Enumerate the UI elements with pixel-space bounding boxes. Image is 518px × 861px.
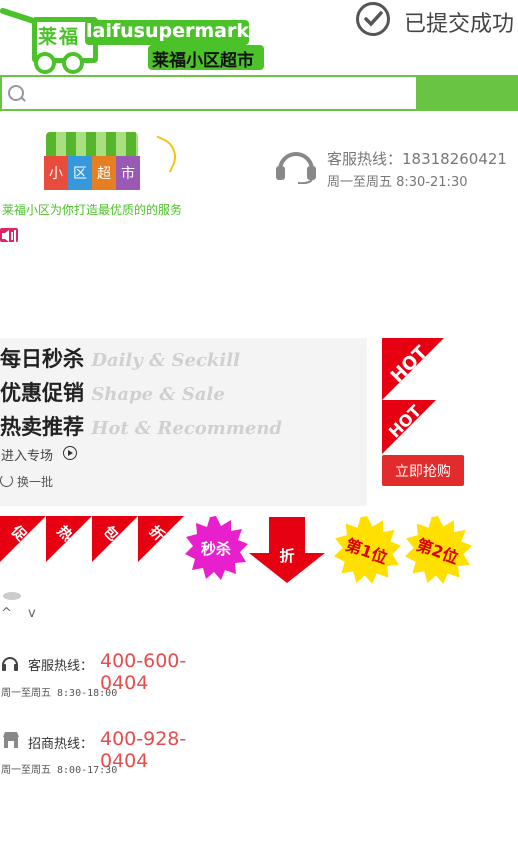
cart-wheel-icon xyxy=(34,52,56,74)
shop-sign-image: 小 区 超 市 xyxy=(42,132,142,192)
search-input[interactable] xyxy=(0,75,418,111)
audio-icon[interactable] xyxy=(0,228,18,242)
play-circle-icon[interactable] xyxy=(63,446,77,460)
seckill-label: 秒杀 xyxy=(200,539,231,558)
contact-number[interactable]: 400-928-0404 xyxy=(100,728,232,772)
discount-arrow-label: 折 xyxy=(279,547,295,565)
shop-sign-char: 小 xyxy=(44,156,68,190)
shop-awning xyxy=(46,132,138,156)
contact-hours: 周一至周五 8:30-18:00 xyxy=(1,688,118,699)
tag-hot[interactable]: 热卖 xyxy=(46,516,92,562)
shop-sign-char: 区 xyxy=(68,156,92,190)
seckill-badge[interactable]: 秒杀 xyxy=(184,516,248,580)
tag-promo[interactable]: 促销 xyxy=(0,516,46,562)
enter-special-link[interactable]: 进入专场 xyxy=(1,445,53,464)
submit-success-text: 已提交成功 xyxy=(404,12,515,37)
contact-business: 招商热线： 400-928-0404 周一至周五 8:00-17:30 xyxy=(0,726,232,786)
brand-en: laifusupermarket xyxy=(86,20,271,42)
contact-service: 客服热线： 400-600-0404 周一至周五 8:30-18:00 xyxy=(0,648,232,708)
hotline-hours: 周一至周五 8:30-21:30 xyxy=(327,175,468,190)
promo-row-en: Shape & Sale xyxy=(91,384,225,405)
promo-row-en: Daily & Seckill xyxy=(91,350,240,371)
logo-cn-text: 莱福 xyxy=(38,26,81,48)
slogan-text: 莱福小区为你打造最优质的的服务 xyxy=(2,203,183,217)
hot-ribbon: HOT xyxy=(382,338,444,400)
contact-number[interactable]: 400-600-0404 xyxy=(100,650,232,694)
discount-arrow-badge[interactable]: 折 xyxy=(249,517,325,583)
hotline-number: 客服热线：18318260421 xyxy=(327,150,507,168)
check-circle-icon xyxy=(356,2,390,36)
tag-free-shipping[interactable]: 包邮 xyxy=(92,516,138,562)
cloud-icon xyxy=(3,592,21,600)
buy-now-button[interactable]: 立即抢购 xyxy=(382,455,464,486)
rank-first-badge: 第1位 xyxy=(333,516,401,584)
promo-row-en: Hot & Recommend xyxy=(91,418,283,439)
headset-icon xyxy=(2,657,18,671)
refresh-link[interactable]: 换一批 xyxy=(17,473,53,490)
headset-icon xyxy=(274,150,318,185)
promo-row-cn: 优惠促销 xyxy=(0,381,84,405)
promo-row-cn: 热卖推荐 xyxy=(0,415,84,439)
shop-sign-char: 超 xyxy=(92,156,116,190)
contact-label: 招商热线： xyxy=(28,737,94,752)
promo-row-sale[interactable]: 优惠促销 Shape & Sale xyxy=(0,377,225,407)
chevron-updown-icon[interactable]: ^ v xyxy=(1,606,42,621)
refresh-icon[interactable] xyxy=(0,474,13,487)
shop-sign-char: 市 xyxy=(116,156,140,190)
store-icon xyxy=(3,732,19,748)
search-icon xyxy=(8,85,24,101)
curved-arrow-icon xyxy=(145,135,183,173)
brand-cn: 莱福小区超市 xyxy=(152,51,254,71)
shop-signboard: 小 区 超 市 xyxy=(44,156,140,190)
promo-row-cn: 每日秒杀 xyxy=(0,347,84,371)
rank-second-badge: 第2位 xyxy=(404,516,472,584)
cart-wheel-icon xyxy=(62,52,84,74)
contact-hours: 周一至周五 8:00-17:30 xyxy=(1,765,118,776)
tag-discount[interactable]: 折扣 xyxy=(138,516,184,562)
promo-row-daily[interactable]: 每日秒杀 Daily & Seckill xyxy=(0,343,240,373)
search-button[interactable] xyxy=(418,75,518,111)
hot-ribbon: HOT xyxy=(382,400,436,454)
site-logo[interactable]: 莱福 laifusupermarket 莱福小区超市 xyxy=(0,0,271,74)
promo-row-recommend[interactable]: 热卖推荐 Hot & Recommend xyxy=(0,411,282,441)
contact-label: 客服热线： xyxy=(28,659,94,674)
